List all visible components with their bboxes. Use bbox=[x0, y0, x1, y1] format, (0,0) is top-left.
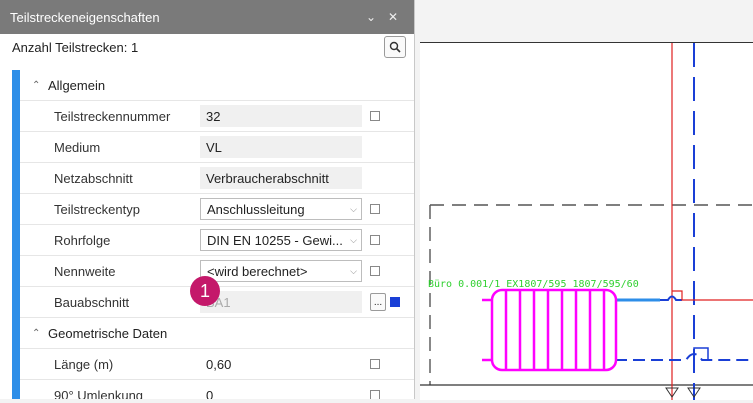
property-name: Länge (m) bbox=[54, 356, 114, 372]
teilstreckentyp-dropdown[interactable]: Anschlussleitung ⌵ bbox=[200, 198, 362, 220]
group-geometrische-daten[interactable]: ⌃ Geometrische Daten bbox=[20, 318, 414, 349]
callout-badge: 1 bbox=[190, 276, 220, 306]
nennweite-dropdown[interactable]: <wird berechnet> ⌵ bbox=[200, 260, 362, 282]
supply-branch bbox=[672, 290, 753, 301]
accent-bar bbox=[12, 70, 20, 399]
property-name: 90° Umlenkung bbox=[54, 387, 144, 400]
property-value: VL bbox=[200, 136, 362, 158]
group-label: Geometrische Daten bbox=[48, 325, 168, 341]
checkbox[interactable] bbox=[370, 235, 380, 245]
panel-titlebar: Teilstreckeneigenschaften ⌄ ✕ bbox=[0, 0, 414, 34]
group-allgemein[interactable]: ⌃ Allgemein bbox=[20, 70, 414, 101]
room-label: Büro 0.001/1 EX1807/595 1807/595/60 bbox=[428, 279, 639, 290]
chevron-down-icon: ⌵ bbox=[350, 203, 357, 214]
property-name: Teilstreckentyp bbox=[54, 201, 140, 217]
count-row: Anzahl Teilstrecken: 1 bbox=[0, 34, 414, 60]
property-name: Rohrfolge bbox=[54, 232, 111, 248]
radiator[interactable] bbox=[482, 288, 618, 372]
property-name: Bauabschnitt bbox=[54, 294, 130, 310]
chevron-down-icon: ⌵ bbox=[350, 234, 357, 245]
close-icon[interactable]: ✕ bbox=[382, 10, 404, 24]
checkbox[interactable] bbox=[370, 204, 380, 214]
rohrfolge-dropdown[interactable]: DIN EN 10255 - Gewi... ⌵ bbox=[200, 229, 362, 251]
property-row-medium: Medium VL bbox=[20, 132, 414, 163]
drawing-svg: Büro 0.001/1 EX1807/595 1807/595/60 bbox=[420, 43, 753, 400]
property-name: Nennweite bbox=[54, 263, 116, 279]
property-row-laenge: Länge (m) 0,60 bbox=[20, 349, 414, 380]
checkbox[interactable] bbox=[370, 266, 380, 276]
pipe-crossing bbox=[660, 295, 682, 301]
browse-button[interactable]: ... bbox=[370, 293, 386, 311]
chevron-down-icon[interactable]: ⌄ bbox=[360, 10, 382, 24]
property-value: Verbraucherabschnitt bbox=[200, 167, 362, 189]
search-button[interactable] bbox=[384, 36, 406, 58]
property-value[interactable]: 0,60 bbox=[200, 353, 362, 375]
dropdown-value: <wird berechnet> bbox=[207, 263, 308, 279]
property-value: BA1 bbox=[200, 291, 362, 313]
property-name: Medium bbox=[54, 139, 101, 155]
property-row-rohrfolge: Rohrfolge DIN EN 10255 - Gewi... ⌵ bbox=[20, 225, 414, 256]
chevron-up-icon[interactable]: ⌃ bbox=[32, 80, 48, 91]
dropdown-value: Anschlussleitung bbox=[207, 201, 305, 217]
property-name: Teilstreckennummer bbox=[54, 108, 171, 124]
drawing-canvas[interactable]: Büro 0.001/1 EX1807/595 1807/595/60 bbox=[420, 42, 753, 400]
chevron-down-icon: ⌵ bbox=[350, 265, 357, 276]
search-icon bbox=[389, 41, 401, 53]
return-branch bbox=[615, 353, 753, 361]
chevron-up-icon[interactable]: ⌃ bbox=[32, 328, 48, 339]
property-name: Netzabschnitt bbox=[54, 170, 133, 186]
checkbox[interactable] bbox=[370, 111, 380, 121]
property-row-teilstreckennummer: Teilstreckennummer 32 bbox=[20, 101, 414, 132]
group-label: Allgemein bbox=[48, 77, 106, 93]
property-value: 32 bbox=[200, 105, 362, 127]
property-value[interactable]: 0 bbox=[200, 384, 362, 400]
property-row-umlenkung: 90° Umlenkung 0 bbox=[20, 380, 414, 399]
dropdown-value: DIN EN 10255 - Gewi... bbox=[207, 232, 343, 248]
checkbox[interactable] bbox=[370, 390, 380, 399]
count-label: Anzahl Teilstrecken: 1 bbox=[12, 39, 139, 55]
panel-title: Teilstreckeneigenschaften bbox=[10, 9, 160, 25]
property-grid: ⌃ Allgemein Teilstreckennummer 32 Medium… bbox=[20, 70, 414, 399]
checkbox[interactable] bbox=[390, 297, 400, 307]
properties-panel: Teilstreckeneigenschaften ⌄ ✕ Anzahl Tei… bbox=[0, 0, 415, 399]
checkbox[interactable] bbox=[370, 359, 380, 369]
property-row-teilstreckentyp: Teilstreckentyp Anschlussleitung ⌵ bbox=[20, 194, 414, 225]
property-row-netzabschnitt: Netzabschnitt Verbraucherabschnitt bbox=[20, 163, 414, 194]
